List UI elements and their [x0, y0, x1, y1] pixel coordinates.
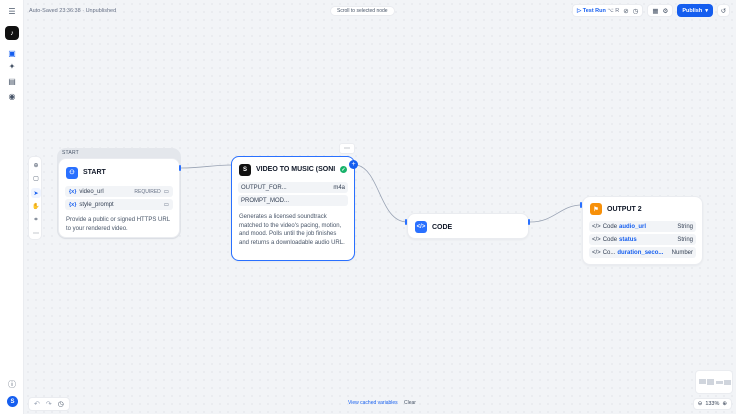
- output-variable: duration_seco...: [617, 249, 664, 256]
- add-node-icon[interactable]: ⊕: [31, 160, 41, 170]
- video-to-music-description: Generates a licensed soundtrack matched …: [239, 214, 345, 247]
- output-variable: status: [619, 236, 637, 243]
- param-key: OUTPUT_FOR...: [241, 184, 287, 191]
- start-node[interactable]: ⚇ START {x} video_url REQUIRED ▭ {x} sty…: [58, 158, 180, 238]
- test-run-group: ▷ Test Run ⌥ R ⊘ ◷: [571, 4, 644, 17]
- param-row[interactable]: PROMPT_MOD...: [238, 195, 348, 206]
- output-type: Number: [671, 249, 693, 256]
- left-rail: ☰ ♪ ▣ ✦ ▤ ◉ ⓘ S: [0, 0, 24, 414]
- output-source: Code: [602, 236, 618, 243]
- workflow-icon[interactable]: ▣: [4, 46, 20, 60]
- param-value: m4a: [333, 184, 345, 191]
- video-to-music-title: VIDEO TO MUSIC (SONI...: [256, 166, 335, 173]
- start-group-label: START: [62, 150, 79, 156]
- output-node-header: ⚑ OUTPUT 2: [583, 197, 702, 221]
- app-logo[interactable]: ♪: [5, 26, 19, 40]
- history-list-icon[interactable]: ◷: [633, 7, 639, 15]
- zoom-in-icon[interactable]: ⊕: [722, 401, 727, 407]
- variable-icon: {x}: [69, 201, 77, 208]
- output-node-title: OUTPUT 2: [607, 205, 642, 213]
- agent-icon[interactable]: ✦: [4, 59, 20, 73]
- hand-icon[interactable]: ✋: [31, 201, 41, 211]
- code-icon: </>: [415, 221, 427, 233]
- user-icon: ⚇: [66, 166, 78, 179]
- variable-row[interactable]: {x} video_url REQUIRED ▭: [65, 186, 173, 197]
- note-icon[interactable]: ▢: [31, 173, 41, 183]
- param-key: PROMPT_MOD...: [241, 197, 290, 204]
- view-options-group: ▦ ⚙: [647, 4, 674, 17]
- chevron-down-icon: ▾: [705, 7, 708, 14]
- more-icon[interactable]: ⋯: [31, 228, 41, 238]
- variable-name: style_prompt: [79, 201, 114, 208]
- output-type: String: [677, 236, 693, 243]
- param-row[interactable]: OUTPUT_FOR... m4a: [238, 182, 348, 193]
- logs-icon[interactable]: ▤: [4, 74, 20, 88]
- undo-redo-group: ↶ ↷ ◷: [28, 397, 70, 411]
- output-row[interactable]: </> Code audio_url String: [589, 221, 696, 232]
- test-run-shortcut: ⌥ R: [607, 7, 620, 14]
- code-source-icon: </>: [592, 236, 601, 243]
- test-run-label: Test Run: [582, 7, 606, 14]
- text-field-icon: ▭: [163, 201, 169, 208]
- avatar[interactable]: S: [7, 396, 18, 407]
- organize-icon[interactable]: ⌗: [31, 215, 41, 225]
- output-type: String: [677, 223, 693, 230]
- clear-button[interactable]: Clear: [404, 400, 416, 406]
- publish-button[interactable]: Publish ▾: [677, 4, 713, 17]
- history-icon[interactable]: ◷: [58, 400, 64, 408]
- output-row[interactable]: </> Code status String: [589, 234, 696, 245]
- start-node-description: Provide a public or signed HTTPS URL to …: [66, 217, 170, 232]
- zoom-level: 133%: [705, 401, 720, 407]
- start-node-header: ⚇ START: [59, 159, 179, 186]
- monitor-icon[interactable]: ◉: [4, 89, 20, 103]
- sonic-logo-icon: S: [239, 163, 251, 176]
- pointer-icon[interactable]: ➤: [31, 188, 41, 198]
- help-icon[interactable]: ⓘ: [4, 377, 20, 391]
- code-node-header: </> CODE: [408, 214, 528, 240]
- code-output-handle[interactable]: [528, 219, 530, 225]
- scroll-to-selected-button[interactable]: Scroll to selected node: [330, 6, 395, 16]
- success-check-icon: ✓: [340, 166, 347, 173]
- code-input-handle[interactable]: [405, 219, 407, 225]
- checklist-icon[interactable]: ⊘: [623, 7, 628, 15]
- minimap[interactable]: [695, 370, 733, 394]
- code-node-title: CODE: [432, 223, 453, 231]
- view-cached-variables-link[interactable]: View cached variables: [348, 400, 398, 406]
- undo-icon[interactable]: ↶: [34, 400, 40, 408]
- tool-palette: ⊕ ▢ ➤ ✋ ⌗ ⋯: [28, 156, 42, 240]
- test-run-button[interactable]: ▷ Test Run ⌥ R: [577, 8, 619, 14]
- zoom-out-icon[interactable]: ⊖: [698, 401, 703, 407]
- output-row[interactable]: </> Co... duration_seco... Number: [589, 247, 696, 258]
- minimap-preview: [699, 379, 731, 385]
- variable-row[interactable]: {x} style_prompt ▭: [65, 199, 173, 210]
- video-to-music-header: S VIDEO TO MUSIC (SONI... ✓: [232, 157, 354, 182]
- code-node[interactable]: </> CODE: [407, 213, 529, 239]
- video-to-music-node[interactable]: S VIDEO TO MUSIC (SONI... ✓ OUTPUT_FOR..…: [231, 156, 355, 261]
- zoom-control[interactable]: ⊖ 133% ⊕: [692, 398, 732, 410]
- output-source: Co...: [602, 249, 616, 256]
- text-field-icon: ▭: [163, 188, 169, 195]
- required-badge: REQUIRED: [134, 188, 161, 195]
- variable-icon: {x}: [69, 188, 77, 195]
- publish-label: Publish: [682, 7, 703, 14]
- autosave-status: Auto-Saved 23:36:38 · Unpublished: [29, 8, 117, 14]
- output-node[interactable]: ⚑ OUTPUT 2 </> Code audio_url String </>…: [582, 196, 703, 265]
- top-actions: ▷ Test Run ⌥ R ⊘ ◷ ▦ ⚙ Publish ▾ ↺: [571, 4, 730, 17]
- output-icon: ⚑: [590, 203, 602, 215]
- output-input-handle[interactable]: [580, 202, 582, 208]
- output-source: Code: [602, 223, 618, 230]
- add-next-node-button[interactable]: +: [349, 160, 358, 169]
- variable-name: video_url: [79, 188, 104, 195]
- start-output-handle[interactable]: [179, 165, 181, 171]
- output-variable: audio_url: [619, 223, 647, 230]
- code-source-icon: </>: [592, 249, 601, 256]
- layout-icon[interactable]: ▦: [652, 7, 658, 15]
- start-node-title: START: [83, 169, 106, 176]
- code-source-icon: </>: [592, 223, 601, 230]
- redo-icon[interactable]: ↷: [46, 400, 52, 408]
- sidebar-toggle-icon[interactable]: ☰: [4, 4, 20, 18]
- settings-icon[interactable]: ⚙: [663, 7, 669, 15]
- version-history-icon[interactable]: ↺: [717, 4, 730, 17]
- node-more-button[interactable]: ⋯: [339, 143, 355, 154]
